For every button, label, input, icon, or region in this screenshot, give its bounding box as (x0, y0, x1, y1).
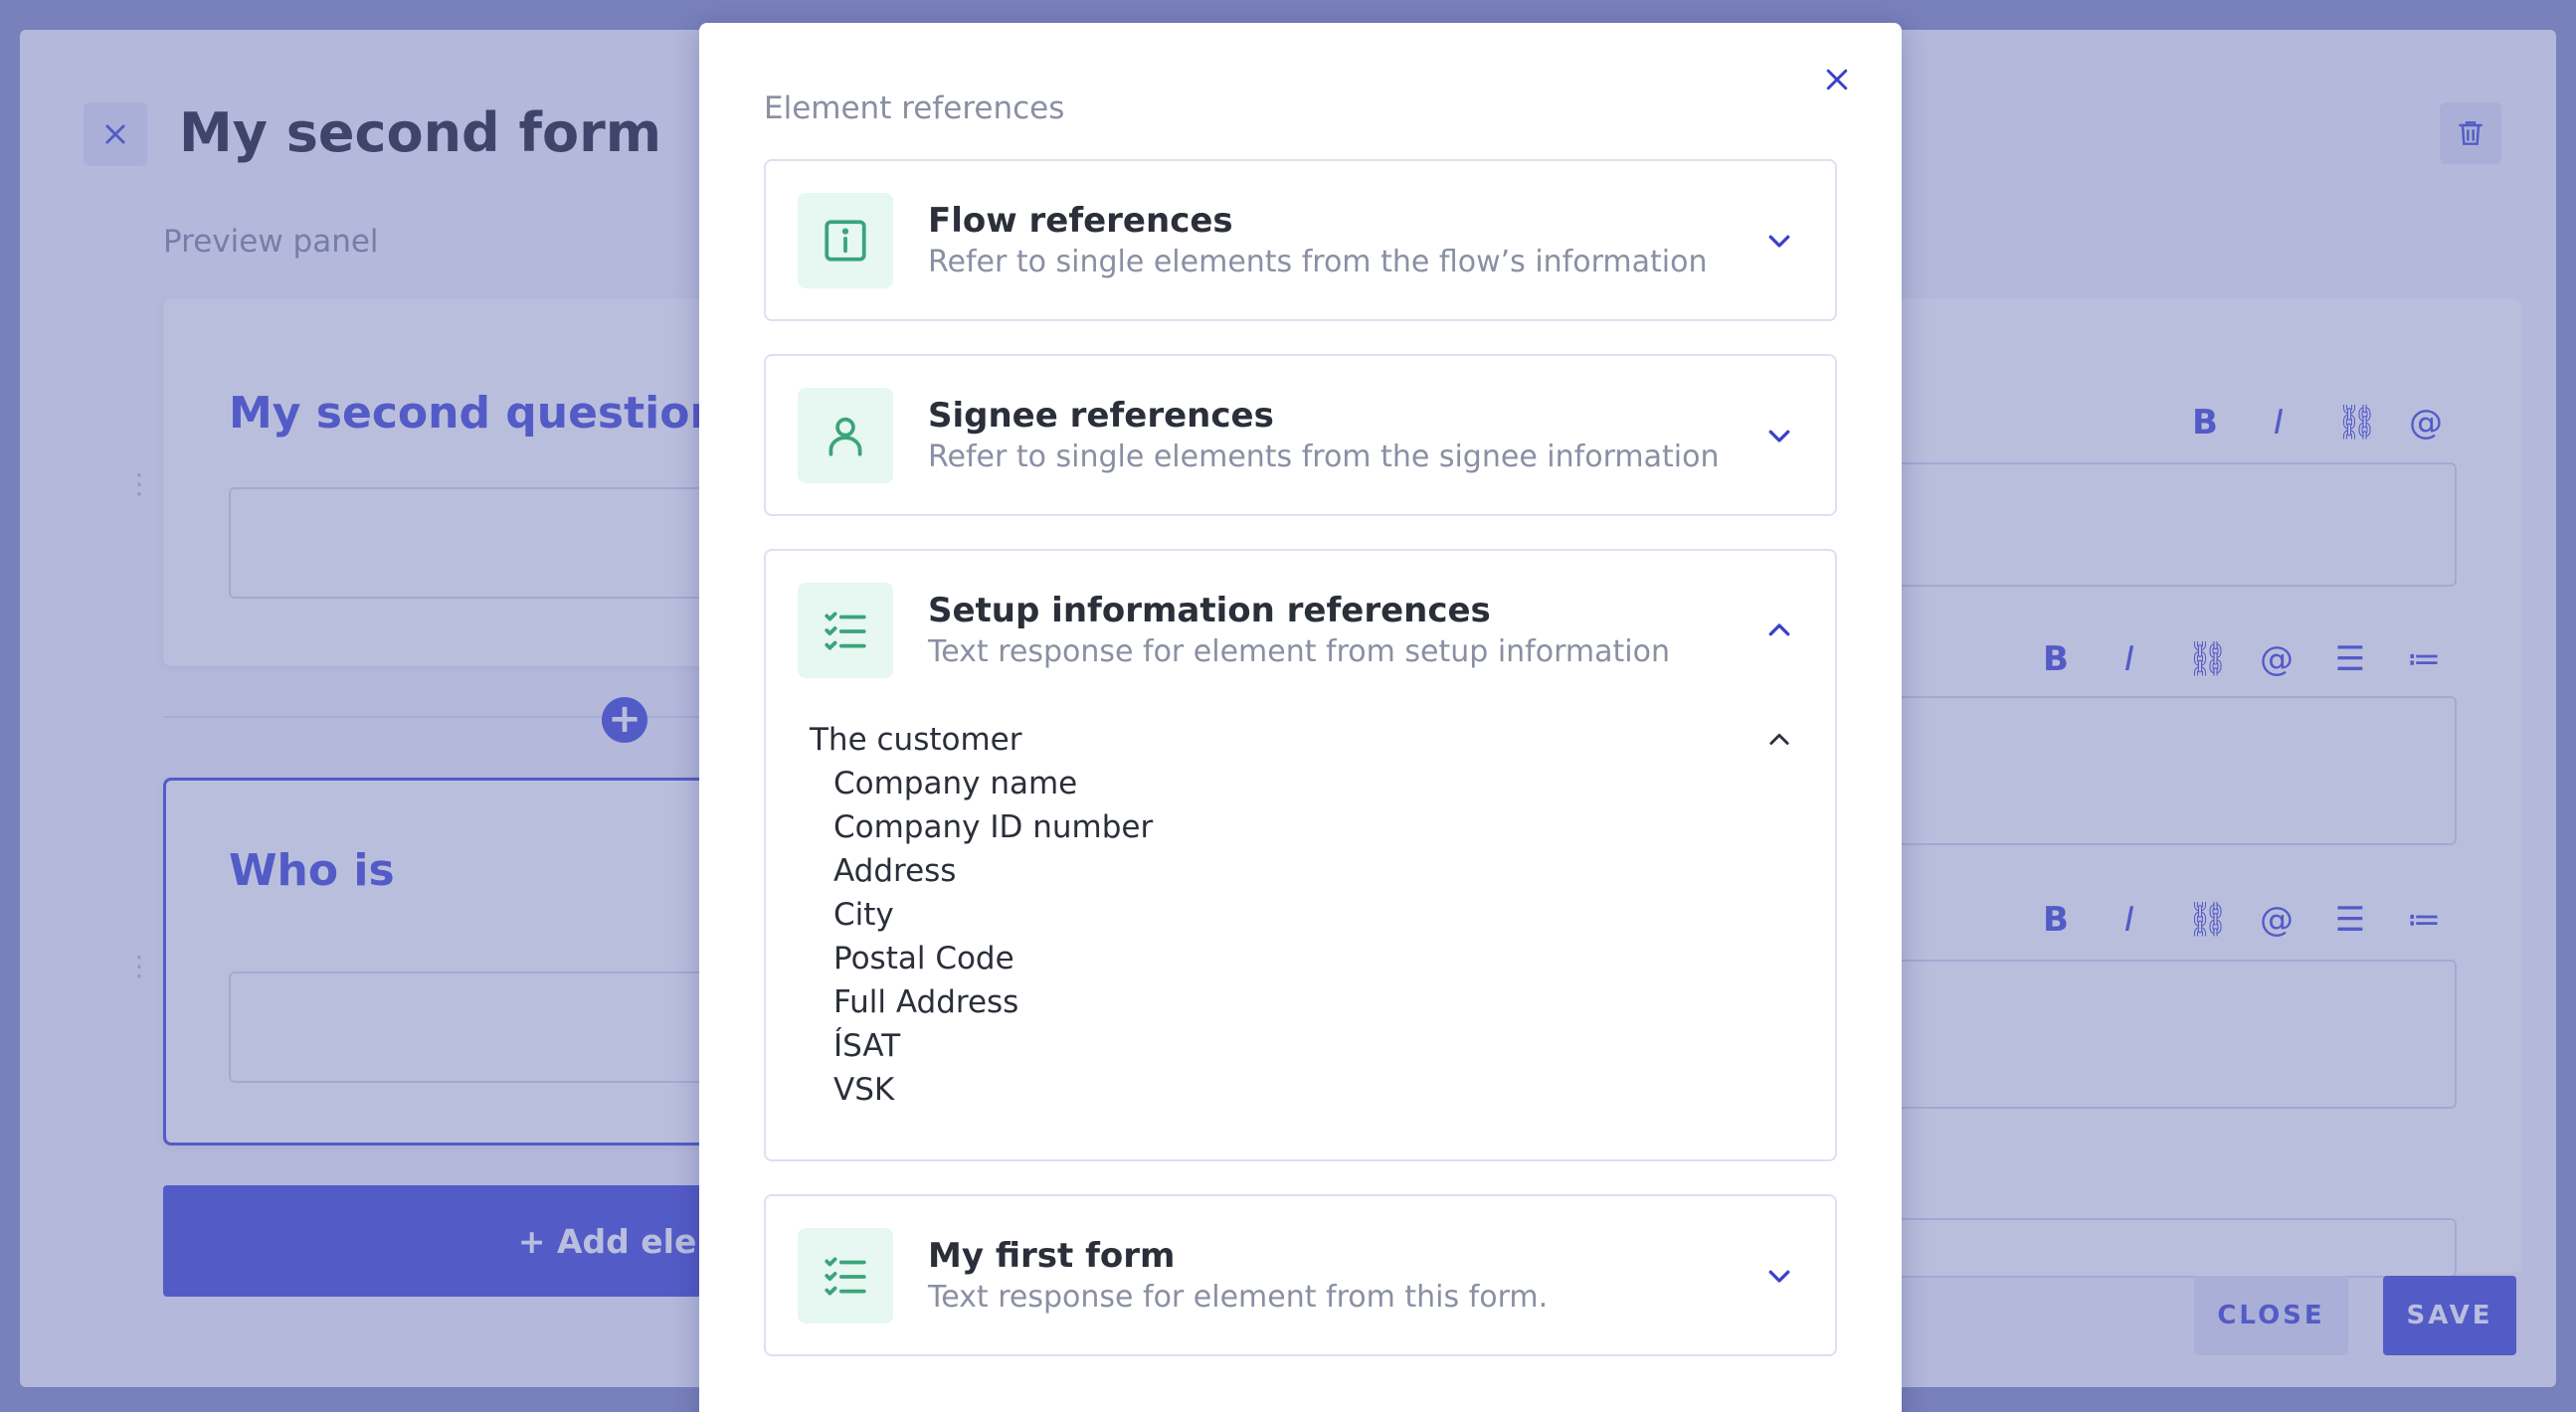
chevron-up-icon[interactable] (1759, 611, 1799, 650)
tree-item[interactable]: City (833, 897, 894, 933)
tree-item[interactable]: Full Address (833, 984, 1018, 1020)
tree-item[interactable]: Company name (833, 766, 1077, 801)
card-title: Signee references (928, 396, 1274, 436)
card-title: My first form (928, 1236, 1176, 1276)
tree-group-label[interactable]: The customer (810, 722, 1022, 758)
card-subtitle: Text response for element from this form… (928, 1280, 1549, 1315)
modal-heading: Element references (764, 90, 1065, 126)
element-references-modal: Element references Flow references Refer… (699, 23, 1902, 1412)
modal-close-button[interactable] (1812, 55, 1862, 104)
tree-item[interactable]: Company ID number (833, 809, 1153, 845)
chevron-down-icon[interactable] (1759, 416, 1799, 455)
info-icon (798, 193, 893, 288)
signee-references-card[interactable]: Signee references Refer to single elemen… (764, 354, 1837, 516)
close-icon (1826, 69, 1848, 90)
card-subtitle: Text response for element from setup inf… (928, 634, 1670, 669)
chevron-down-icon[interactable] (1759, 1256, 1799, 1296)
flow-references-card[interactable]: Flow references Refer to single elements… (764, 159, 1837, 321)
chevron-up-icon[interactable] (1759, 720, 1799, 760)
checklist-icon (798, 1228, 893, 1324)
my-first-form-card[interactable]: My first form Text response for element … (764, 1194, 1837, 1356)
card-title: Setup information references (928, 591, 1491, 630)
tree-item[interactable]: Postal Code (833, 941, 1014, 976)
setup-information-references-card[interactable]: Setup information references Text respon… (764, 549, 1837, 1161)
card-title: Flow references (928, 201, 1233, 241)
tree-item[interactable]: Address (833, 853, 956, 889)
chevron-down-icon[interactable] (1759, 221, 1799, 261)
checklist-icon (798, 583, 893, 678)
person-icon (798, 388, 893, 483)
card-subtitle: Refer to single elements from the signee… (928, 440, 1720, 474)
card-subtitle: Refer to single elements from the flow’s… (928, 245, 1708, 279)
tree-item[interactable]: ÍSAT (833, 1028, 900, 1064)
tree-item[interactable]: VSK (833, 1072, 894, 1108)
